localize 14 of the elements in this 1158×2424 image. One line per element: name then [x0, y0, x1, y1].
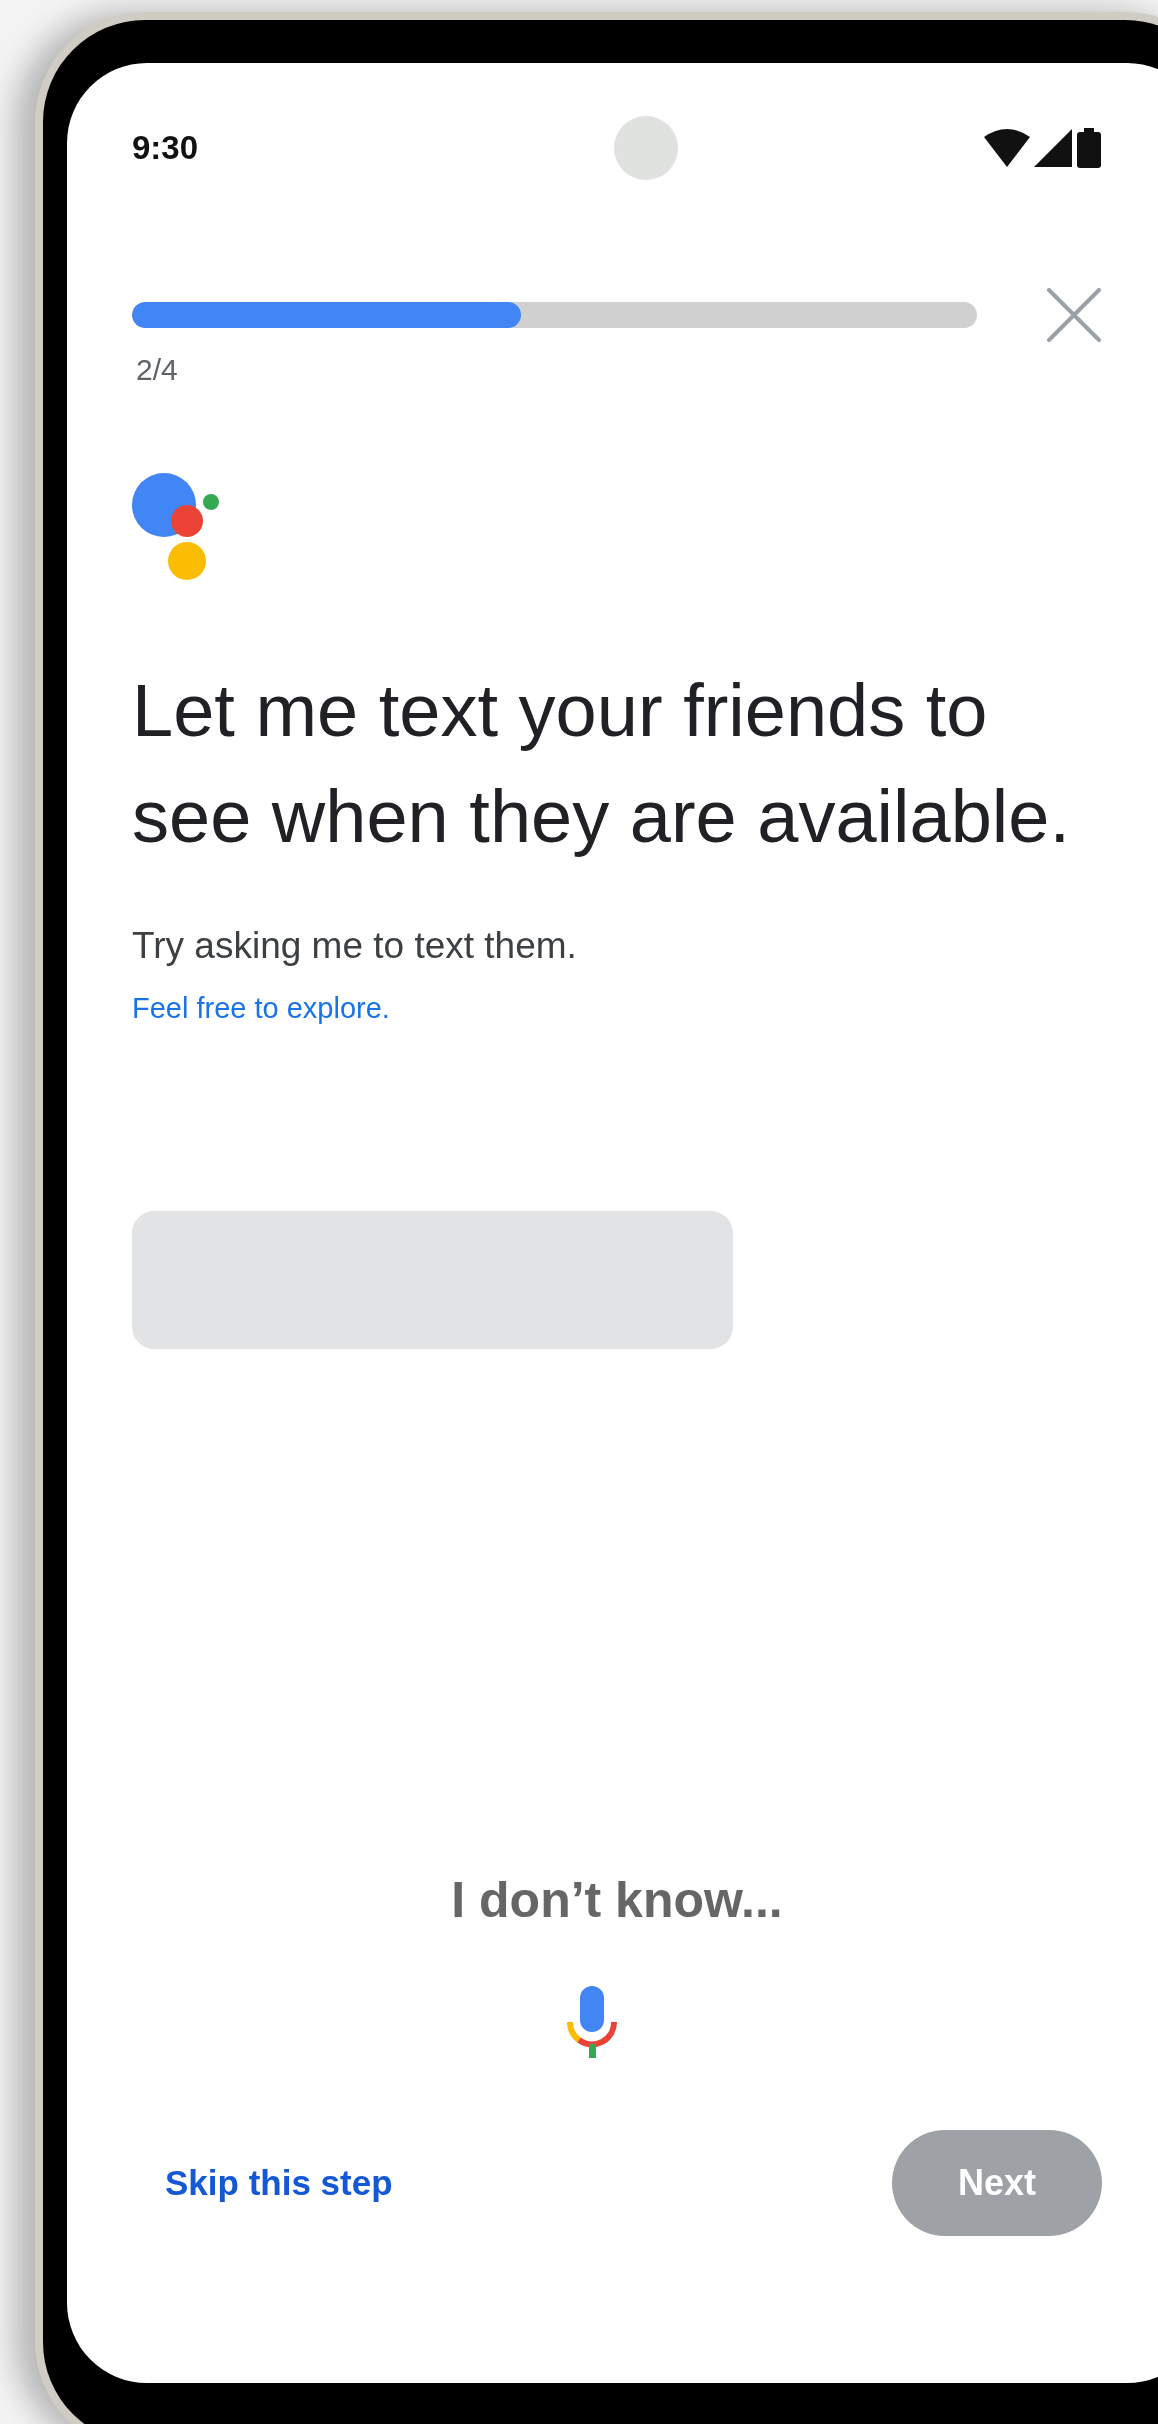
- progress-label: 2/4: [135, 352, 178, 388]
- subtitle: Try asking me to text them.: [132, 924, 578, 968]
- skip-step-link[interactable]: Skip this step: [165, 2156, 393, 2210]
- assistant-logo-icon: [132, 473, 222, 581]
- battery-icon: [1076, 128, 1102, 168]
- explore-link[interactable]: Feel free to explore.: [132, 990, 390, 1026]
- status-time: 9:30: [132, 128, 199, 169]
- close-icon: [1047, 288, 1101, 342]
- wifi-icon: [984, 129, 1030, 167]
- close-button[interactable]: [1046, 287, 1102, 343]
- utterance-text: I don’t know...: [450, 1871, 784, 1930]
- signal-icon: [1034, 129, 1072, 167]
- microphone-icon: [567, 1986, 617, 2058]
- heading: Let me text your friends to see when they are available.: [132, 668, 1071, 860]
